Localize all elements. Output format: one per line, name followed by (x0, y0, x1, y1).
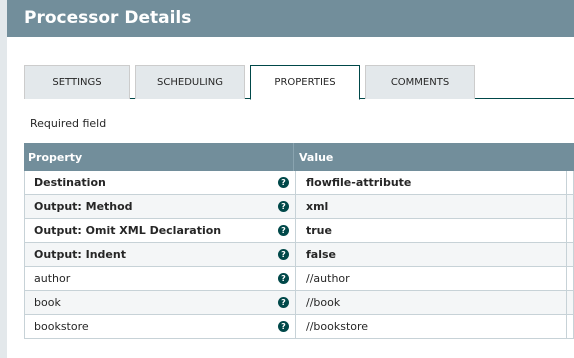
property-name: book (34, 296, 61, 309)
column-header-value[interactable]: Value (299, 151, 333, 164)
property-name: author (34, 272, 71, 285)
property-name: Output: Method (34, 200, 133, 213)
cell-divider (566, 171, 567, 194)
cell-divider (566, 243, 567, 266)
help-icon[interactable]: ? (278, 201, 289, 212)
table-row[interactable]: Output: Indent ? false (24, 243, 574, 267)
tab-bar: SETTINGS SCHEDULING PROPERTIES COMMENTS (24, 65, 574, 100)
cell-divider (566, 219, 567, 242)
table-row[interactable]: Output: Omit XML Declaration ? true (24, 219, 574, 243)
tab-settings[interactable]: SETTINGS (24, 65, 130, 99)
cell-divider (566, 291, 567, 314)
property-value[interactable]: true (306, 224, 332, 237)
table-row[interactable]: book ? //book (24, 291, 574, 315)
cell-divider (566, 267, 567, 290)
help-icon[interactable]: ? (278, 297, 289, 308)
cell-divider (295, 171, 296, 194)
property-value[interactable]: xml (306, 200, 328, 213)
help-icon[interactable]: ? (278, 321, 289, 332)
help-icon[interactable]: ? (278, 225, 289, 236)
table-row[interactable]: Output: Method ? xml (24, 195, 574, 219)
property-value[interactable]: //bookstore (306, 320, 368, 333)
cell-divider (295, 267, 296, 290)
property-value[interactable]: false (306, 248, 336, 261)
cell-divider (566, 315, 567, 338)
property-value[interactable]: //author (306, 272, 350, 285)
table-header: Property Value (24, 143, 574, 171)
tab-scheduling[interactable]: SCHEDULING (135, 65, 245, 99)
property-value[interactable]: //book (306, 296, 340, 309)
help-icon[interactable]: ? (278, 177, 289, 188)
cell-divider (295, 243, 296, 266)
cell-divider (295, 291, 296, 314)
property-value[interactable]: flowfile-attribute (306, 176, 411, 189)
required-field-label: Required field (30, 117, 107, 130)
column-divider (293, 143, 294, 171)
cell-divider (566, 195, 567, 218)
cell-divider (295, 219, 296, 242)
property-name: Destination (34, 176, 106, 189)
properties-table: Property Value Destination ? flowfile-at… (24, 143, 574, 339)
tab-comments[interactable]: COMMENTS (365, 65, 475, 99)
table-row[interactable]: author ? //author (24, 267, 574, 291)
dialog-header: Processor Details (7, 0, 574, 37)
column-header-property[interactable]: Property (28, 151, 82, 164)
dialog-title: Processor Details (24, 8, 192, 28)
processor-details-dialog: Processor Details SETTINGS SCHEDULING PR… (7, 0, 574, 358)
cell-divider (295, 195, 296, 218)
help-icon[interactable]: ? (278, 273, 289, 284)
property-name: Output: Indent (34, 248, 126, 261)
help-icon[interactable]: ? (278, 249, 289, 260)
cell-divider (295, 315, 296, 338)
tab-properties[interactable]: PROPERTIES (250, 65, 360, 100)
table-row[interactable]: Destination ? flowfile-attribute (24, 171, 574, 195)
property-name: Output: Omit XML Declaration (34, 224, 222, 237)
table-row[interactable]: bookstore ? //bookstore (24, 315, 574, 339)
property-name: bookstore (34, 320, 89, 333)
